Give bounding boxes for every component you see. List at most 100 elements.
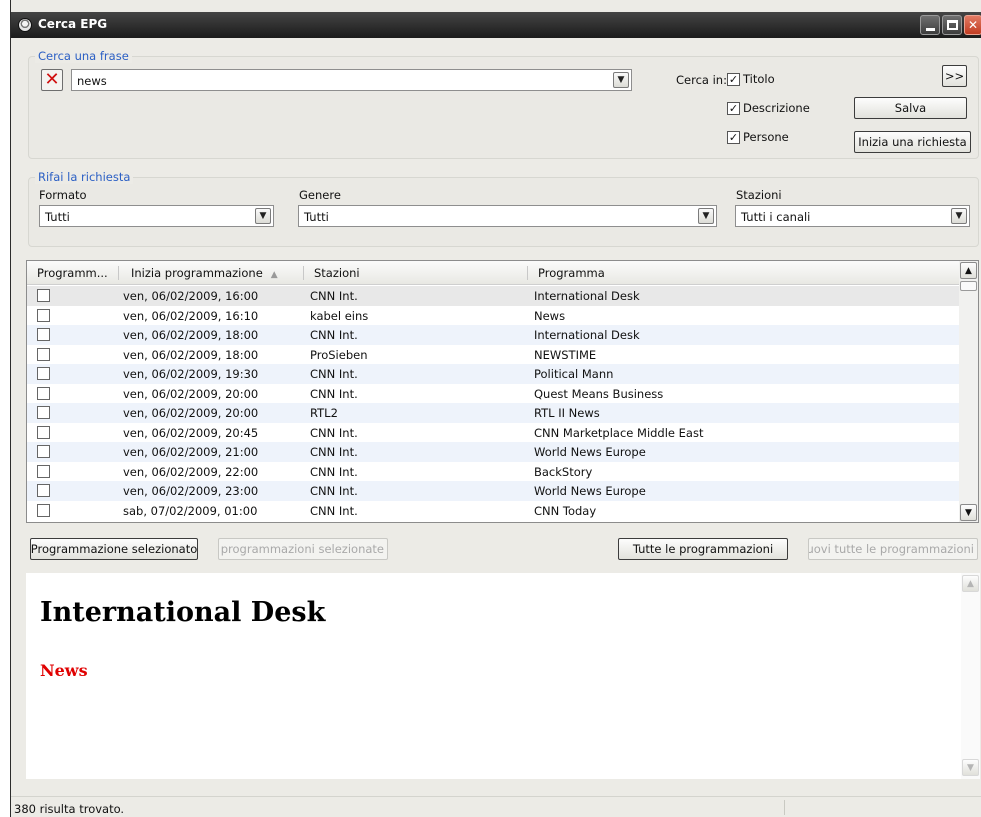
row-checkbox[interactable] (37, 464, 50, 478)
list-header: Programm... Inizia programmazione ▲ Stazi… (27, 261, 959, 285)
row-station: CNN Int. (310, 328, 358, 342)
clear-search-button[interactable]: ✕ (41, 69, 63, 91)
option-title-checkbox[interactable]: ✓ Titolo (727, 72, 775, 86)
table-row[interactable]: ven, 06/02/2009, 20:45 CNN Int. CNN Market… (27, 423, 959, 443)
start-request-button[interactable]: Inizia una richiesta (854, 131, 971, 153)
detail-scroll-down-icon[interactable]: ▼ (962, 759, 979, 776)
results-scrollbar[interactable]: ▲ ▼ (959, 261, 978, 522)
epg-search-window: Cerca EPG ✕ Cerca una frase ✕ news ▼ Cer… (10, 0, 981, 817)
remove-all-button[interactable]: Rimuovi tutte le programmazioni (808, 538, 978, 560)
search-in-label: Cerca in: (676, 73, 727, 87)
minimize-icon (925, 27, 935, 31)
genre-dropdown-arrow-icon[interactable]: ▼ (698, 208, 714, 224)
table-row[interactable]: ven, 06/02/2009, 18:00 CNN Int. Internatio… (27, 325, 959, 345)
row-station: CNN Int. (310, 464, 358, 479)
detail-title: International Desk (40, 597, 326, 628)
row-checkbox[interactable] (37, 406, 50, 419)
row-start: ven, 06/02/2009, 16:00 (123, 289, 259, 303)
row-start: ven, 06/02/2009, 20:00 (123, 386, 259, 401)
search-input-value: news (77, 74, 107, 88)
row-station: CNN Int. (310, 386, 358, 401)
remove-selected-button[interactable]: Rimuovi programmazioni selezionate (218, 538, 388, 560)
row-checkbox[interactable] (37, 425, 50, 439)
detail-genre: News (40, 661, 88, 680)
option-people-label: Persone (743, 130, 789, 144)
row-checkbox[interactable] (37, 328, 50, 341)
row-checkbox[interactable] (37, 367, 50, 380)
row-program: CNN Today (534, 503, 597, 518)
option-description-checkbox[interactable]: ✓ Descrizione (727, 101, 810, 115)
table-row[interactable]: ven, 06/02/2009, 23:00 CNN Int. World News… (27, 481, 959, 501)
row-start: ven, 06/02/2009, 21:00 (123, 445, 259, 459)
format-dropdown-arrow-icon[interactable]: ▼ (255, 208, 271, 224)
table-row[interactable]: sab, 07/02/2009, 01:00 CNN Int. CNN Today (27, 501, 959, 521)
option-people-checkbox[interactable]: ✓ Persone (727, 130, 789, 144)
table-row[interactable]: ven, 06/02/2009, 20:00 CNN Int. Quest Mean… (27, 384, 959, 404)
stations-dropdown-arrow-icon[interactable]: ▼ (951, 208, 967, 224)
results-list: Programm... Inizia programmazione ▲ Stazi… (26, 260, 979, 523)
column-header-start-label: Inizia programmazione (131, 266, 263, 280)
results-rows: ven, 06/02/2009, 16:00 CNN Int. Internatio… (27, 286, 959, 520)
maximize-button[interactable] (942, 15, 962, 35)
close-button[interactable]: ✕ (964, 15, 981, 35)
column-header-program[interactable]: Programma (538, 266, 605, 280)
checkbox-checked-icon: ✓ (727, 72, 740, 86)
option-description-label: Descrizione (743, 101, 810, 115)
scroll-thumb[interactable] (960, 281, 977, 291)
row-checkbox[interactable] (37, 445, 50, 458)
stations-label: Stazioni (736, 188, 782, 202)
row-station: CNN Int. (310, 503, 358, 518)
row-program: Political Mann (534, 367, 614, 381)
save-button[interactable]: Salva (854, 97, 967, 119)
search-dropdown-arrow-icon[interactable]: ▼ (613, 72, 629, 88)
detail-scrollbar[interactable]: ▲ ▼ (961, 573, 980, 779)
genre-select[interactable]: Tutti ▼ (298, 205, 717, 227)
detail-scroll-up-icon[interactable]: ▲ (962, 575, 979, 592)
table-row[interactable]: ven, 06/02/2009, 16:10 kabel eins News (27, 306, 959, 326)
row-station: ProSieben (310, 347, 368, 362)
row-checkbox[interactable] (37, 308, 50, 322)
row-checkbox[interactable] (37, 484, 50, 497)
expand-button[interactable]: >> (942, 65, 967, 87)
column-separator (118, 266, 119, 280)
table-row[interactable]: ven, 06/02/2009, 19:30 CNN Int. Political … (27, 364, 959, 384)
scroll-up-icon[interactable]: ▲ (960, 262, 977, 279)
search-input[interactable]: news ▼ (71, 69, 632, 91)
row-start: ven, 06/02/2009, 18:00 (123, 347, 259, 362)
row-checkbox[interactable] (37, 289, 50, 302)
row-program: CNN Marketplace Middle East (534, 425, 704, 440)
column-header-scheduled[interactable]: Programm... (37, 266, 108, 280)
row-program: Quest Means Business (534, 386, 664, 401)
row-program: World News Europe (534, 445, 646, 459)
schedule-all-button[interactable]: Tutte le programmazioni (618, 538, 788, 560)
column-header-stations[interactable]: Stazioni (314, 266, 360, 280)
row-checkbox[interactable] (37, 347, 50, 361)
minimize-button[interactable] (920, 15, 940, 35)
row-program: International Desk (534, 289, 640, 303)
table-row[interactable]: ven, 06/02/2009, 21:00 CNN Int. World News… (27, 442, 959, 462)
stations-select[interactable]: Tutti i canali ▼ (735, 205, 970, 227)
column-header-start[interactable]: Inizia programmazione ▲ (131, 266, 278, 280)
status-bar: 380 risulta trovato. (11, 796, 981, 817)
row-program: NEWSTIME (534, 347, 597, 362)
table-row[interactable]: ven, 06/02/2009, 18:00 ProSieben NEWSTIME (27, 345, 959, 365)
row-station: CNN Int. (310, 445, 358, 459)
table-row[interactable]: ven, 06/02/2009, 22:00 CNN Int. BackStory (27, 462, 959, 482)
row-start: ven, 06/02/2009, 22:00 (123, 464, 259, 479)
table-row[interactable]: ven, 06/02/2009, 20:00 RTL2 RTL II News (27, 403, 959, 423)
row-station: RTL2 (310, 406, 338, 420)
row-checkbox[interactable] (37, 503, 50, 517)
scroll-down-icon[interactable]: ▼ (960, 504, 977, 521)
row-start: ven, 06/02/2009, 19:30 (123, 367, 259, 381)
title-bar: Cerca EPG ✕ (11, 12, 981, 38)
row-checkbox[interactable] (37, 386, 50, 400)
table-row[interactable]: ven, 06/02/2009, 16:00 CNN Int. Internatio… (27, 286, 959, 306)
row-program: International Desk (534, 328, 640, 342)
row-station: CNN Int. (310, 289, 358, 303)
format-select[interactable]: Tutti ▼ (39, 205, 274, 227)
stations-value: Tutti i canali (741, 210, 811, 224)
schedule-selected-button[interactable]: Programmazione selezionato (30, 538, 198, 560)
row-start: sab, 07/02/2009, 01:00 (123, 503, 258, 518)
sort-ascending-icon: ▲ (270, 270, 278, 280)
row-start: ven, 06/02/2009, 20:45 (123, 425, 259, 440)
